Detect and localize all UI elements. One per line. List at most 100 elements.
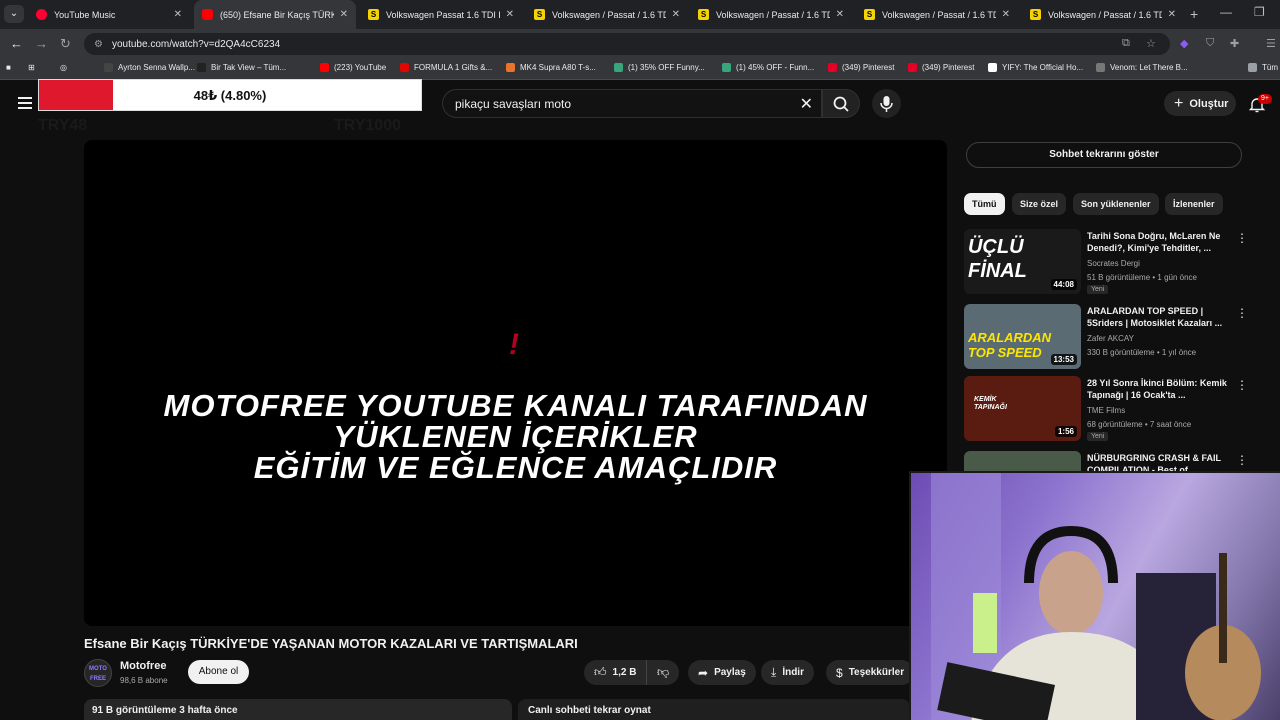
- browser-tab[interactable]: YouTube Music ✕: [28, 0, 190, 29]
- install-icon[interactable]: ⧉: [1122, 37, 1130, 50]
- browser-tab-title: (650) Efsane Bir Kaçış TÜRKİYE'D: [220, 9, 334, 20]
- forward-icon[interactable]: →: [35, 36, 48, 51]
- browser-tab[interactable]: S Volkswagen Passat 1.6 TDI Blue ✕: [360, 0, 522, 29]
- like-button[interactable]: 👍︎ 1,2 B: [584, 660, 647, 685]
- close-tab-icon[interactable]: ✕: [1168, 9, 1176, 20]
- bookmark-favicon-icon: [828, 63, 837, 72]
- guide-menu-icon[interactable]: [18, 97, 32, 109]
- video-player[interactable]: ! MOTOFREE YOUTUBE KANALI TARAFINDAN YÜK…: [84, 140, 947, 626]
- subscribe-button[interactable]: Abone ol: [188, 660, 249, 684]
- bookmark-label: YIFY: The Official Ho...: [1002, 63, 1084, 72]
- shield-icon[interactable]: ⛉: [1206, 37, 1214, 50]
- bookmark-item[interactable]: (223) YouTube: [320, 63, 386, 72]
- video-meta: 51 B görüntüleme • 1 gün önce: [1087, 273, 1197, 282]
- thanks-button[interactable]: $ Teşekkürler: [826, 660, 915, 685]
- restore-icon[interactable]: ❐: [1254, 5, 1265, 19]
- bookmark-item[interactable]: (349) Pinterest: [828, 63, 894, 72]
- more-actions-icon[interactable]: ⋮: [1236, 378, 1248, 392]
- filter-chip[interactable]: Size özel: [1012, 193, 1067, 215]
- share-button[interactable]: ➦ Paylaş: [688, 660, 756, 685]
- more-actions-icon[interactable]: ⋮: [1236, 453, 1248, 467]
- new-badge: Yeni: [1087, 432, 1109, 441]
- back-icon[interactable]: ←: [10, 36, 23, 51]
- filter-chip[interactable]: Tümü: [964, 193, 1005, 215]
- channel-avatar[interactable]: MOTO FREE: [84, 659, 112, 687]
- extensions-puzzle-icon[interactable]: ✚: [1230, 37, 1239, 50]
- thanks-label: Teşekkürler: [848, 667, 905, 678]
- voice-search-button[interactable]: [872, 89, 901, 118]
- bookmark-favicon-icon: [1248, 63, 1257, 72]
- minimize-icon[interactable]: —: [1220, 5, 1232, 19]
- reload-icon[interactable]: ↻: [60, 36, 71, 52]
- bookmark-item[interactable]: Tüm: [1248, 63, 1278, 72]
- new-badge: Yeni: [1087, 285, 1109, 294]
- close-tab-icon[interactable]: ✕: [506, 9, 514, 20]
- browser-tab-strip: ⌄ YouTube Music ✕ (650) Efsane Bir Kaçış T…: [0, 0, 1280, 29]
- close-tab-icon[interactable]: ✕: [672, 9, 680, 20]
- recommended-video[interactable]: KEMİK TAPINAĞI 1:56 28 Yıl Sonra İkinci Bö…: [964, 376, 1264, 444]
- create-button[interactable]: + Oluştur: [1164, 91, 1236, 116]
- filter-chip[interactable]: Son yüklenenler: [1073, 193, 1159, 215]
- clear-search-icon[interactable]: ✕: [800, 94, 813, 114]
- search-input[interactable]: pikaçu savaşları moto ✕: [442, 89, 822, 118]
- bookmark-item[interactable]: FORMULA 1 Gifts &...: [400, 63, 492, 72]
- apps-icon[interactable]: ■: [6, 63, 11, 72]
- bookmark-item[interactable]: Venom: Let There B...: [1096, 63, 1188, 72]
- more-actions-icon[interactable]: ⋮: [1236, 231, 1248, 245]
- video-title: Efsane Bir Kaçış TÜRKİYE'DE YAŞANAN MOTO…: [84, 636, 578, 651]
- share-label: Paylaş: [714, 667, 746, 678]
- bookmark-label: (349) Pinterest: [922, 63, 975, 72]
- bookmark-favicon-icon: [614, 63, 623, 72]
- chat-replay-panel[interactable]: Canlı sohbeti tekrar oynat: [518, 699, 910, 720]
- recommended-video[interactable]: ÜÇLÜ FİNAL 44:08 Tarihi Sona Doğru, McLare…: [964, 229, 1264, 297]
- bookmark-label: Tüm: [1262, 63, 1278, 72]
- search-button[interactable]: [822, 89, 860, 118]
- browser-toolbar: ← → ↻ ⚙ youtube.com/watch?v=d2QA4cC6234 …: [0, 29, 1280, 59]
- channel-name[interactable]: Motofree: [120, 660, 166, 672]
- close-tab-icon[interactable]: ✕: [174, 9, 182, 20]
- filter-chip[interactable]: İzlenenler: [1165, 193, 1223, 215]
- donation-min: TRY48: [38, 117, 88, 134]
- disclaimer-line: MOTOFREE YOUTUBE KANALI TARAFINDAN: [163, 388, 868, 423]
- close-tab-icon[interactable]: ✕: [836, 9, 844, 20]
- video-thumbnail[interactable]: KEMİK TAPINAĞI 1:56: [964, 376, 1081, 441]
- browser-tab[interactable]: S Volkswagen / Passat / 1.6 TDI B ✕: [1022, 0, 1184, 29]
- bookmark-label: Bir Tak View – Tüm...: [211, 63, 287, 72]
- menu-icon[interactable]: ☰: [1266, 37, 1276, 50]
- recommended-video[interactable]: ARALARDAN TOP SPEED 13:53 ARALARDAN TOP SP…: [964, 304, 1264, 372]
- grid-icon[interactable]: ⊞: [28, 63, 35, 72]
- extension-icon[interactable]: ◆: [1180, 37, 1188, 50]
- new-tab-button[interactable]: +: [1190, 6, 1198, 22]
- disclaimer-line: YÜKLENEN İÇERİKLER: [333, 419, 698, 454]
- show-chat-replay-button[interactable]: Sohbet tekrarını göster: [966, 142, 1242, 168]
- video-thumbnail[interactable]: ARALARDAN TOP SPEED 13:53: [964, 304, 1081, 369]
- close-tab-icon[interactable]: ✕: [340, 9, 348, 20]
- close-tab-icon[interactable]: ✕: [1002, 9, 1010, 20]
- bookmark-item[interactable]: (1) 45% OFF - Funn...: [722, 63, 814, 72]
- bookmark-item[interactable]: (349) Pinterest: [908, 63, 974, 72]
- bookmark-favicon-icon: [197, 63, 206, 72]
- video-meta: 330 B görüntüleme • 1 yıl önce: [1087, 348, 1197, 357]
- bookmark-item[interactable]: MK4 Supra A80 T-s...: [506, 63, 596, 72]
- browser-tab[interactable]: S Volkswagen / Passat / 1.6 TDI B ✕: [856, 0, 1018, 29]
- address-bar[interactable]: ⚙ youtube.com/watch?v=d2QA4cC6234: [84, 33, 1170, 55]
- bookmark-item[interactable]: (1) 35% OFF Funny...: [614, 63, 705, 72]
- bookmark-star-icon[interactable]: ☆: [1146, 37, 1156, 50]
- browser-tab[interactable]: S Volkswagen / Passat / 1.6 TDI B ✕: [690, 0, 852, 29]
- browser-tab[interactable]: (650) Efsane Bir Kaçış TÜRKİYE'D ✕: [194, 0, 356, 29]
- tab-search-icon[interactable]: ⌄: [4, 5, 24, 23]
- description-box[interactable]: 91 B görüntüleme 3 hafta önce: [84, 699, 512, 720]
- streamer-webcam-overlay: [909, 471, 1280, 720]
- download-button[interactable]: ⤓ İndir: [761, 660, 814, 685]
- browser-tab-title: Volkswagen Passat 1.6 TDI Blue: [386, 9, 500, 20]
- bookmark-item[interactable]: Bir Tak View – Tüm...: [197, 63, 286, 72]
- view-count-date: 91 B görüntüleme 3 hafta önce: [92, 705, 238, 716]
- site-settings-icon[interactable]: ⚙: [94, 39, 103, 50]
- chrome-icon[interactable]: ◎: [60, 63, 67, 72]
- bookmark-item[interactable]: Ayrton Senna Wallp...: [104, 63, 195, 72]
- dislike-button[interactable]: 👎︎: [646, 660, 680, 685]
- more-actions-icon[interactable]: ⋮: [1236, 306, 1248, 320]
- browser-tab[interactable]: S Volkswagen / Passat / 1.6 TDI B ✕: [526, 0, 688, 29]
- video-thumbnail[interactable]: ÜÇLÜ FİNAL 44:08: [964, 229, 1081, 294]
- bookmark-item[interactable]: YIFY: The Official Ho...: [988, 63, 1083, 72]
